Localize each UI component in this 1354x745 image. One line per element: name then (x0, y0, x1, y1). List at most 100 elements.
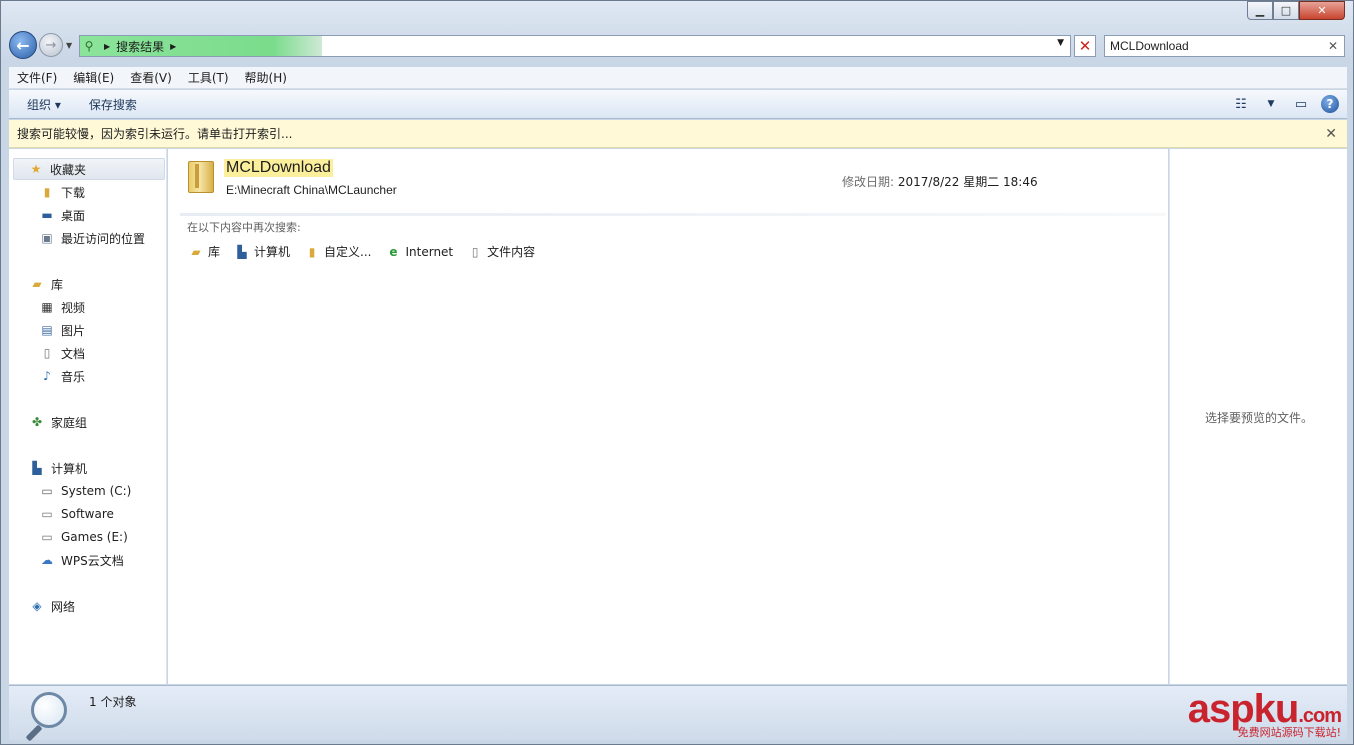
video-icon: ▦ (41, 300, 53, 314)
magnifier-handle-icon (25, 724, 43, 742)
drive-icon: ▭ (41, 507, 53, 521)
nav-libraries[interactable]: ▰ 库 (29, 273, 63, 295)
date-label: 修改日期: (842, 175, 895, 189)
menu-help[interactable]: 帮助(H) (237, 69, 295, 86)
nav-label: Games (E:) (61, 530, 128, 544)
search-again-libraries[interactable]: ▰ 库 (188, 243, 220, 260)
nav-pictures[interactable]: ▤ 图片 (39, 319, 85, 341)
network-icon: ◈ (32, 599, 42, 613)
navigation-pane: ★ 收藏夹 ▮ 下载 ▬ 桌面 ▣ 最近访问的位置 ▰ 库 ▦ 视频 ▤ 图片 ▯ 文档 ♪ 音乐… (9, 149, 167, 684)
breadcrumb-search-results[interactable]: 搜索结果 (116, 38, 164, 55)
nav-label: 文档 (61, 346, 86, 361)
view-controls: ☷ ▼ ▭ ? (1231, 94, 1339, 114)
nav-label: 下载 (61, 185, 86, 200)
folder-icon (188, 161, 214, 193)
nav-videos[interactable]: ▦ 视频 (39, 296, 85, 318)
breadcrumb-chevron-icon[interactable]: ▶ (170, 42, 176, 51)
search-again-internet[interactable]: e Internet (385, 243, 453, 260)
forward-button[interactable]: → (39, 33, 63, 57)
clear-search-icon[interactable]: ✕ (1328, 39, 1338, 53)
file-contents-icon: ▯ (471, 244, 479, 259)
nav-label: 图片 (61, 323, 86, 338)
documents-icon: ▯ (43, 346, 51, 360)
item-count: 1 个对象 (89, 695, 137, 709)
nav-documents[interactable]: ▯ 文档 (39, 342, 85, 364)
preview-placeholder: 选择要预览的文件。 (1204, 411, 1313, 425)
save-search-button[interactable]: 保存搜索 (79, 96, 147, 113)
computer-icon: ▙ (32, 461, 42, 475)
change-view-icon[interactable]: ☷ (1231, 94, 1251, 114)
result-modified-date: 修改日期: 2017/8/22 星期二 18:46 (842, 173, 1038, 190)
search-input[interactable]: MCLDownload ✕ (1104, 35, 1345, 57)
magnifier-icon (31, 692, 67, 728)
drive-icon: ▭ (41, 530, 53, 544)
cloud-icon: ☁ (41, 553, 53, 567)
internet-explorer-icon: e (389, 244, 398, 259)
menu-view[interactable]: 查看(V) (122, 69, 180, 86)
custom-folder-icon: ▮ (308, 244, 316, 259)
nav-desktop[interactable]: ▬ 桌面 (39, 204, 85, 226)
info-bar[interactable]: 搜索可能较慢，因为索引未运行。请单击打开索引... ✕ (9, 120, 1347, 148)
nav-drive-e[interactable]: ▭ Games (E:) (39, 526, 128, 548)
recent-places-icon: ▣ (41, 231, 53, 245)
preview-pane-icon[interactable]: ▭ (1291, 94, 1311, 114)
nav-recent-places[interactable]: ▣ 最近访问的位置 (39, 227, 145, 249)
option-label: 库 (208, 245, 221, 259)
close-icon: ✕ (1078, 37, 1092, 55)
stop-search-button[interactable]: ✕ (1074, 35, 1096, 57)
nav-label: 音乐 (61, 369, 86, 384)
nav-label: Software (61, 507, 114, 521)
view-options-dropdown-icon[interactable]: ▼ (1261, 94, 1281, 114)
nav-drive-c[interactable]: ▭ System (C:) (39, 480, 131, 502)
result-item[interactable]: MCLDownload E:\Minecraft China\MCLaunche… (184, 157, 1084, 207)
search-results-icon: ⚲ (84, 39, 94, 53)
option-label: 文件内容 (487, 245, 536, 259)
nav-wps-cloud[interactable]: ☁ WPS云文档 (39, 549, 124, 571)
address-bar[interactable]: ⚲ ▶ 搜索结果 ▶ ▼ (79, 35, 1071, 57)
navigation-buttons: ← → ▼ (9, 31, 72, 59)
nav-label: 家庭组 (51, 415, 88, 430)
option-label: Internet (405, 244, 454, 259)
search-again-custom[interactable]: ▮ 自定义... (304, 243, 372, 260)
forward-arrow-icon: → (45, 37, 57, 53)
nav-label: 库 (51, 277, 64, 292)
menu-tools[interactable]: 工具(T) (180, 69, 237, 86)
divider (180, 213, 1166, 216)
nav-computer[interactable]: ▙ 计算机 (29, 457, 87, 479)
search-again-file-contents[interactable]: ▯ 文件内容 (467, 243, 535, 260)
star-icon: ★ (30, 162, 42, 176)
nav-music[interactable]: ♪ 音乐 (39, 365, 85, 387)
homegroup-icon: ✤ (31, 415, 43, 429)
recent-pages-dropdown-icon[interactable]: ▼ (66, 41, 72, 50)
nav-network[interactable]: ◈ 网络 (29, 595, 75, 617)
address-dropdown-icon[interactable]: ▼ (1057, 38, 1064, 48)
help-icon[interactable]: ? (1321, 95, 1339, 113)
nav-label: 最近访问的位置 (61, 231, 146, 246)
nav-favorites[interactable]: ★ 收藏夹 (13, 158, 165, 180)
nav-label: 收藏夹 (50, 162, 87, 177)
breadcrumb-chevron-icon[interactable]: ▶ (104, 42, 110, 51)
info-bar-text: 搜索可能较慢，因为索引未运行。请单击打开索引... (17, 127, 293, 141)
back-button[interactable]: ← (9, 31, 37, 59)
nav-homegroup[interactable]: ✤ 家庭组 (29, 411, 87, 433)
preview-pane: 选择要预览的文件。 (1169, 149, 1347, 684)
details-pane: 1 个对象 aspku.com 免费网站源码下载站! (9, 685, 1347, 742)
result-name[interactable]: MCLDownload (224, 159, 333, 177)
computer-icon: ▙ (237, 244, 247, 259)
close-icon[interactable]: ✕ (1325, 126, 1337, 142)
menu-edit[interactable]: 编辑(E) (65, 69, 122, 86)
desktop-icon: ▬ (41, 208, 53, 222)
libraries-icon: ▰ (32, 277, 42, 291)
result-path: E:\Minecraft China\MCLauncher (226, 183, 397, 197)
command-bar: 组织 ▾ 保存搜索 ☷ ▼ ▭ ? (9, 90, 1347, 119)
search-again-computer[interactable]: ▙ 计算机 (234, 243, 290, 260)
organize-button[interactable]: 组织 ▾ (17, 96, 71, 113)
nav-drive-d[interactable]: ▭ Software (39, 503, 114, 525)
minimize-button[interactable]: ▁ (1247, 1, 1273, 20)
close-button[interactable]: ✕ (1299, 1, 1345, 20)
menu-file[interactable]: 文件(F) (9, 69, 65, 86)
search-again-options: ▰ 库 ▙ 计算机 ▮ 自定义... e Internet ▯ 文件内容 (188, 243, 535, 260)
nav-downloads[interactable]: ▮ 下载 (39, 181, 85, 203)
search-again-label: 在以下内容中再次搜索: (187, 221, 301, 234)
maximize-button[interactable]: □ (1273, 1, 1299, 20)
